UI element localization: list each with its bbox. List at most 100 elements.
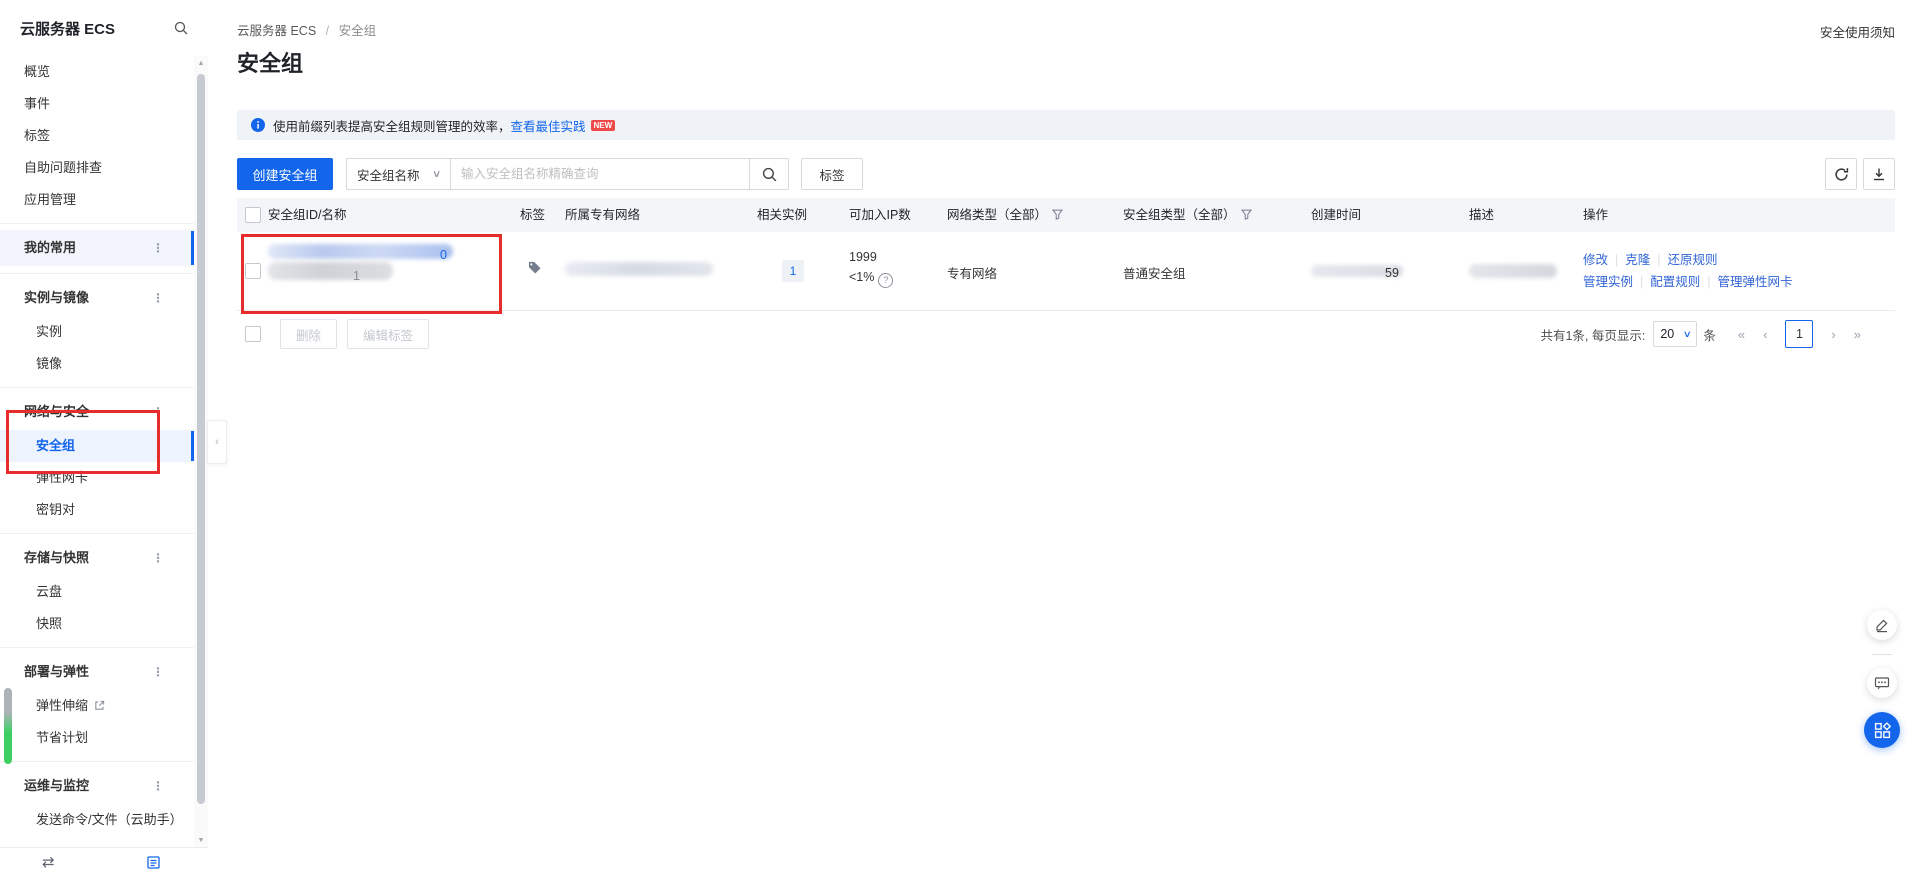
column-header-label: 描述 xyxy=(1469,208,1494,222)
download-button[interactable] xyxy=(1863,158,1895,190)
sidebar-item-network-security[interactable]: 网络与安全⋮ xyxy=(0,394,194,430)
sidebar-item-images[interactable]: 镜像 xyxy=(0,348,194,380)
edit-tags-button[interactable]: 编辑标签 xyxy=(347,319,429,349)
tag-filter-button[interactable]: 标签 xyxy=(801,158,863,190)
more-dots-icon[interactable]: ⋮ xyxy=(152,540,164,576)
redacted-vpc-link[interactable] xyxy=(565,262,713,279)
sidebar-item-label: 弹性网卡 xyxy=(36,470,88,485)
network-type-value: 专有网络 xyxy=(947,263,997,282)
column-header-label: 标签 xyxy=(520,208,545,222)
sidebar-item-instances-images[interactable]: 实例与镜像⋮ xyxy=(0,280,194,316)
sidebar-item-send-command[interactable]: 发送命令/文件（云助手） xyxy=(0,804,194,836)
next-page-button[interactable]: › xyxy=(1831,327,1835,342)
pagination-total-text: 共有1条, 每页显示: xyxy=(1540,325,1645,344)
action-modify[interactable]: 修改 xyxy=(1583,253,1608,267)
search-button[interactable] xyxy=(749,158,789,190)
float-divider xyxy=(1872,654,1892,655)
more-dots-icon[interactable]: ⋮ xyxy=(152,280,164,316)
column-header-label: 所属专有网络 xyxy=(565,208,640,222)
sidebar-item-snapshots[interactable]: 快照 xyxy=(0,608,194,640)
action-manage-instances[interactable]: 管理实例 xyxy=(1583,275,1633,289)
new-badge: NEW xyxy=(591,120,616,131)
sidebar-item-disks[interactable]: 云盘 xyxy=(0,576,194,608)
column-header-ip-quota: 可加入IP数 xyxy=(849,198,911,232)
current-page-button[interactable]: 1 xyxy=(1785,320,1813,348)
action-clone[interactable]: 克隆 xyxy=(1625,253,1650,267)
sidebar-collapse-handle[interactable]: ‹ xyxy=(207,420,227,464)
sg-id-cell[interactable]: 0 1 xyxy=(268,244,447,283)
search-icon[interactable] xyxy=(174,21,188,35)
sidebar-item-app-management[interactable]: 应用管理 xyxy=(0,184,194,216)
column-header-tags: 标签 xyxy=(520,198,545,232)
sidebar-item-ops-monitoring[interactable]: 运维与监控⋮ xyxy=(0,768,194,804)
scroll-progress-indicator xyxy=(4,688,12,764)
select-all-checkbox[interactable] xyxy=(245,207,261,223)
sidebar-item-savings-plans[interactable]: 节省计划 xyxy=(0,722,194,754)
refresh-button[interactable] xyxy=(1825,158,1857,190)
footer-checkbox[interactable] xyxy=(245,326,261,342)
sidebar: 云服务器 ECS 概览事件标签自助问题排查应用管理我的常用⋮实例与镜像⋮实例镜像… xyxy=(0,0,208,879)
sidebar-item-security-groups[interactable]: 安全组 xyxy=(0,430,194,462)
action-manage-enis[interactable]: 管理弹性网卡 xyxy=(1718,275,1793,289)
breadcrumb-root[interactable]: 云服务器 ECS xyxy=(237,24,316,38)
sidebar-item-key-pairs[interactable]: 密钥对 xyxy=(0,494,194,526)
best-practice-link[interactable]: 查看最佳实践 xyxy=(511,116,586,135)
filter-funnel-icon[interactable] xyxy=(1052,199,1063,233)
feedback-pencil-button[interactable] xyxy=(1867,610,1897,640)
scrollbar-thumb[interactable] xyxy=(197,74,205,804)
security-group-search-input[interactable] xyxy=(450,158,750,190)
action-configure-rules[interactable]: 配置规则 xyxy=(1650,275,1700,289)
doc-list-icon[interactable] xyxy=(146,855,161,870)
sidebar-item-label: 应用管理 xyxy=(24,192,76,207)
more-dots-icon[interactable]: ⋮ xyxy=(152,230,164,266)
sidebar-item-label: 概览 xyxy=(24,64,50,79)
sidebar-divider xyxy=(0,533,194,534)
more-dots-icon[interactable]: ⋮ xyxy=(152,394,164,430)
sidebar-item-eni[interactable]: 弹性网卡 xyxy=(0,462,194,494)
tag-icon[interactable] xyxy=(527,260,542,278)
sidebar-item-instances[interactable]: 实例 xyxy=(0,316,194,348)
sidebar-item-my-favorites[interactable]: 我的常用⋮ xyxy=(0,230,194,266)
sidebar-item-tags[interactable]: 标签 xyxy=(0,120,194,152)
chat-feedback-button[interactable] xyxy=(1867,668,1897,698)
sidebar-item-overview[interactable]: 概览 xyxy=(0,56,194,88)
sidebar-item-deployment-elasticity[interactable]: 部署与弹性⋮ xyxy=(0,654,194,690)
first-page-button[interactable]: « xyxy=(1738,327,1745,342)
filter-funnel-icon[interactable] xyxy=(1241,199,1252,233)
sg-id-tail: 0 xyxy=(440,248,447,262)
related-instance-count[interactable]: 1 xyxy=(782,260,804,282)
column-header-related-instances: 相关实例 xyxy=(757,198,807,232)
security-notice-link[interactable]: 安全使用须知 xyxy=(1820,22,1895,41)
page-size-value: 20 xyxy=(1660,327,1674,341)
sidebar-scrollbar[interactable]: ▲ ▼ xyxy=(194,56,208,848)
page-size-select[interactable]: 20 ∨ xyxy=(1653,321,1697,347)
scroll-down-icon[interactable]: ▼ xyxy=(194,837,208,844)
sidebar-item-label: 密钥对 xyxy=(36,502,75,517)
sidebar-item-events[interactable]: 事件 xyxy=(0,88,194,120)
sidebar-divider xyxy=(0,223,194,224)
more-dots-icon[interactable]: ⋮ xyxy=(152,768,164,804)
search-field-select[interactable]: 安全组名称 ∨ xyxy=(346,158,451,190)
apps-grid-button[interactable] xyxy=(1864,712,1900,748)
swap-icon[interactable]: ⇄ xyxy=(42,853,55,871)
row-checkbox[interactable] xyxy=(245,263,261,279)
sidebar-item-label: 安全组 xyxy=(36,438,75,453)
action-separator: | xyxy=(1657,253,1660,267)
breadcrumb: 云服务器 ECS / 安全组 xyxy=(237,20,376,39)
scroll-up-icon[interactable]: ▲ xyxy=(194,60,208,67)
redacted-sg-id xyxy=(268,244,453,259)
help-icon[interactable]: ? xyxy=(878,273,893,288)
search-field-label: 安全组名称 xyxy=(357,165,420,184)
pagination-unit: 条 xyxy=(1703,325,1716,344)
last-page-button[interactable]: » xyxy=(1854,327,1861,342)
sidebar-item-auto-scaling[interactable]: 弹性伸缩 xyxy=(0,690,194,722)
create-security-group-button[interactable]: 创建安全组 xyxy=(237,158,333,190)
more-dots-icon[interactable]: ⋮ xyxy=(152,654,164,690)
delete-button[interactable]: 删除 xyxy=(280,319,337,349)
column-header-operations: 操作 xyxy=(1583,198,1608,232)
sidebar-item-storage-snapshots[interactable]: 存储与快照⋮ xyxy=(0,540,194,576)
table-row[interactable]: 0 1 1 1999 <1%? 专有网络 普通安全组 59 修改|克隆|还原规则… xyxy=(237,232,1895,311)
action-restore-rules[interactable]: 还原规则 xyxy=(1668,253,1718,267)
sidebar-item-troubleshooting[interactable]: 自助问题排查 xyxy=(0,152,194,184)
prev-page-button[interactable]: ‹ xyxy=(1763,327,1767,342)
